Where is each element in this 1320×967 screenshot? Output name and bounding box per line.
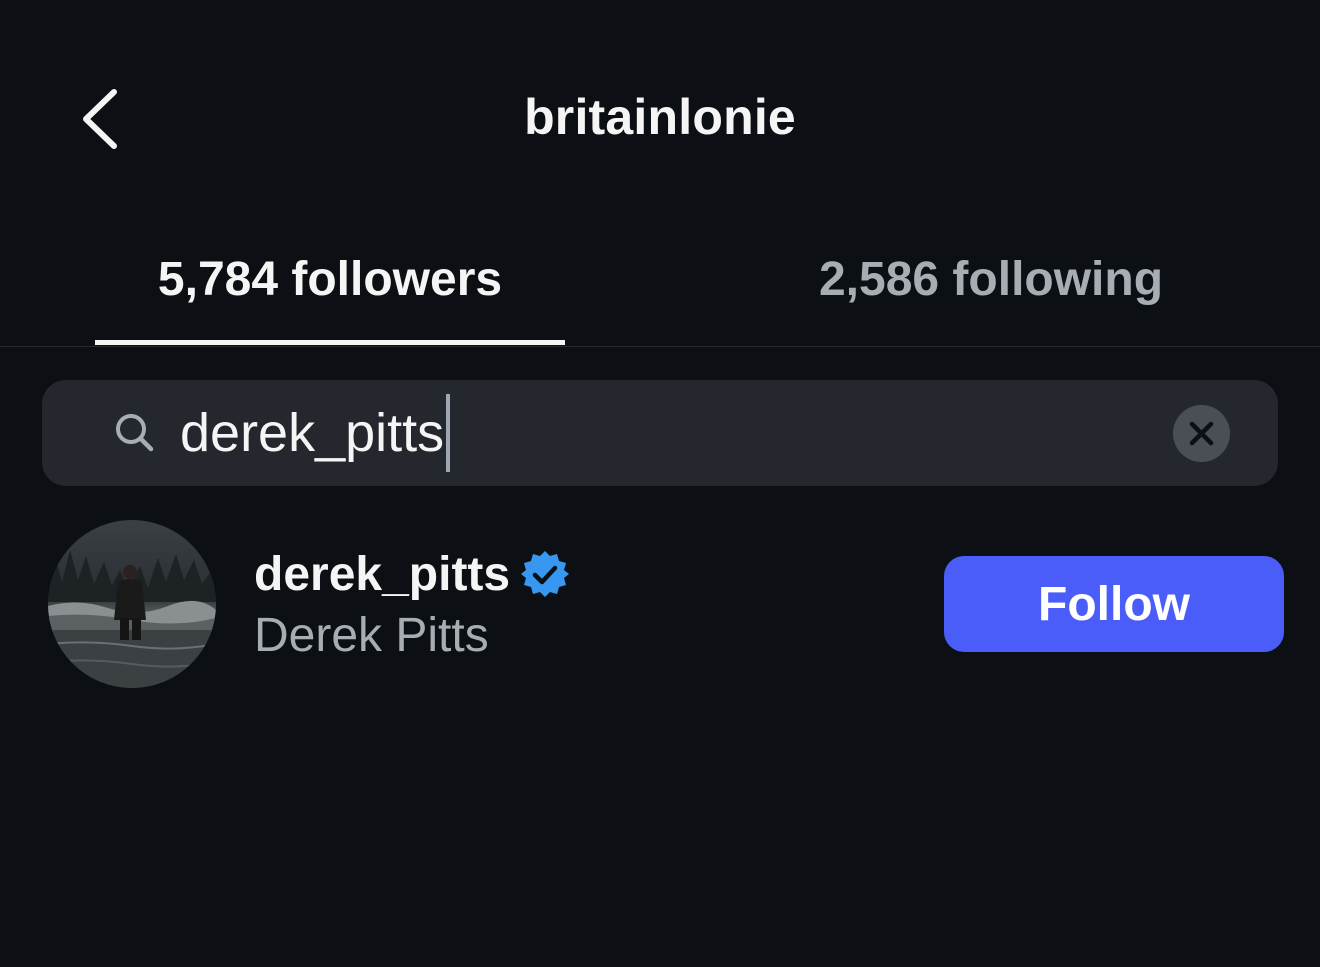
list-item[interactable]: derek_pitts Derek Pitts Follow [0,512,1320,698]
clear-search-button[interactable] [1173,405,1230,462]
tab-bar: 5,784 followers 2,586 following [0,230,1320,347]
username-line: derek_pitts [254,544,570,604]
search-input-value: derek_pitts [180,403,445,463]
tab-following[interactable]: 2,586 following [756,230,1226,344]
active-tab-indicator [95,340,565,345]
avatar-photo [48,520,216,688]
search-icon [116,414,154,452]
follow-button[interactable]: Follow [944,556,1284,652]
tab-followers[interactable]: 5,784 followers [95,230,565,344]
search-bar[interactable]: derek_pitts [42,380,1278,486]
verified-badge-icon [521,551,570,597]
text-cursor [446,394,451,472]
search-input[interactable]: derek_pitts [180,394,451,472]
full-name: Derek Pitts [254,609,489,662]
avatar[interactable] [48,520,216,688]
clear-icon [1189,421,1214,446]
username[interactable]: derek_pitts [254,547,510,602]
page-title: britainlonie [524,89,796,145]
followers-screen: britainlonie 5,784 followers 2,586 follo… [0,0,1320,967]
